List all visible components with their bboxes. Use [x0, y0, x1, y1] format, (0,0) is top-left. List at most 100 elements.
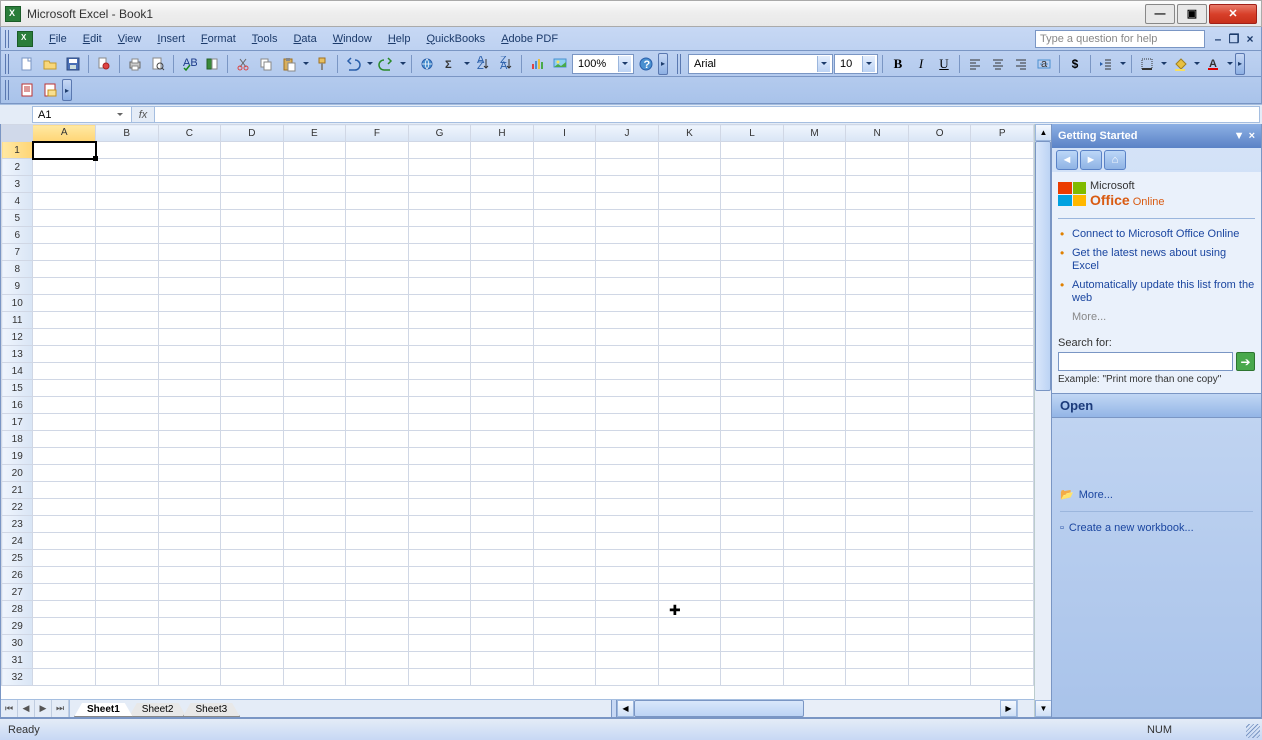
- cell-L15[interactable]: [721, 380, 784, 397]
- cell-M27[interactable]: [783, 584, 846, 601]
- cell-A15[interactable]: [33, 380, 96, 397]
- cell-G16[interactable]: [408, 397, 471, 414]
- tab-prev-button[interactable]: ◀: [18, 700, 35, 717]
- cell-A26[interactable]: [33, 567, 96, 584]
- column-header-H[interactable]: H: [471, 125, 534, 142]
- cell-G15[interactable]: [408, 380, 471, 397]
- cell-F12[interactable]: [346, 329, 409, 346]
- decrease-indent-icon[interactable]: [1095, 53, 1117, 75]
- cell-D1[interactable]: [221, 142, 284, 159]
- cell-D11[interactable]: [221, 312, 284, 329]
- indent-dropdown[interactable]: [1118, 53, 1127, 75]
- cell-P32[interactable]: [971, 669, 1034, 686]
- cell-I7[interactable]: [533, 244, 595, 261]
- cell-E23[interactable]: [283, 516, 346, 533]
- cell-O27[interactable]: [908, 584, 971, 601]
- cell-J11[interactable]: [596, 312, 658, 329]
- cell-M32[interactable]: [783, 669, 846, 686]
- cell-H28[interactable]: [471, 601, 534, 618]
- zoom-combo[interactable]: 100%: [572, 54, 634, 74]
- cell-L24[interactable]: [721, 533, 784, 550]
- cell-E3[interactable]: [283, 176, 346, 193]
- cell-J5[interactable]: [596, 210, 658, 227]
- cell-A31[interactable]: [33, 652, 96, 669]
- cell-K8[interactable]: [658, 261, 721, 278]
- row-header-17[interactable]: 17: [2, 414, 33, 431]
- cell-N32[interactable]: [846, 669, 909, 686]
- cell-A5[interactable]: [33, 210, 96, 227]
- cell-K19[interactable]: [658, 448, 721, 465]
- cell-F22[interactable]: [346, 499, 409, 516]
- cell-I3[interactable]: [533, 176, 595, 193]
- cell-K3[interactable]: [658, 176, 721, 193]
- print-preview-icon[interactable]: [147, 53, 169, 75]
- row-header-4[interactable]: 4: [2, 193, 33, 210]
- row-header-23[interactable]: 23: [2, 516, 33, 533]
- cell-F15[interactable]: [346, 380, 409, 397]
- cell-C14[interactable]: [158, 363, 221, 380]
- cell-M11[interactable]: [783, 312, 846, 329]
- cell-L25[interactable]: [721, 550, 784, 567]
- cell-D12[interactable]: [221, 329, 284, 346]
- cell-L19[interactable]: [721, 448, 784, 465]
- bold-icon[interactable]: B: [887, 53, 909, 75]
- cell-H27[interactable]: [471, 584, 534, 601]
- cell-P10[interactable]: [971, 295, 1034, 312]
- vertical-scrollbar[interactable]: ▲ ▼: [1034, 124, 1051, 717]
- cell-H9[interactable]: [471, 278, 534, 295]
- name-box[interactable]: A1: [32, 106, 132, 123]
- new-icon[interactable]: [16, 53, 38, 75]
- cell-O18[interactable]: [908, 431, 971, 448]
- align-left-icon[interactable]: [964, 53, 986, 75]
- cell-L26[interactable]: [721, 567, 784, 584]
- cell-F25[interactable]: [346, 550, 409, 567]
- toolbar-options[interactable]: [658, 53, 668, 75]
- cell-N21[interactable]: [846, 482, 909, 499]
- cell-E16[interactable]: [283, 397, 346, 414]
- menu-edit[interactable]: Edit: [75, 30, 110, 48]
- cell-D28[interactable]: [221, 601, 284, 618]
- cell-G27[interactable]: [408, 584, 471, 601]
- cell-H13[interactable]: [471, 346, 534, 363]
- cell-E6[interactable]: [283, 227, 346, 244]
- cell-I19[interactable]: [533, 448, 595, 465]
- cell-I20[interactable]: [533, 465, 595, 482]
- maximize-button[interactable]: ▣: [1177, 4, 1207, 24]
- cell-O9[interactable]: [908, 278, 971, 295]
- horizontal-scrollbar[interactable]: ◀ ▶: [617, 700, 1017, 717]
- row-header-28[interactable]: 28: [2, 601, 33, 618]
- cell-G23[interactable]: [408, 516, 471, 533]
- cell-L8[interactable]: [721, 261, 784, 278]
- cell-P9[interactable]: [971, 278, 1034, 295]
- cell-N14[interactable]: [846, 363, 909, 380]
- cell-N6[interactable]: [846, 227, 909, 244]
- cell-A30[interactable]: [33, 635, 96, 652]
- cell-M31[interactable]: [783, 652, 846, 669]
- cell-C5[interactable]: [158, 210, 221, 227]
- cell-P8[interactable]: [971, 261, 1034, 278]
- cell-B18[interactable]: [96, 431, 159, 448]
- cell-E29[interactable]: [283, 618, 346, 635]
- cell-C24[interactable]: [158, 533, 221, 550]
- cell-B20[interactable]: [96, 465, 159, 482]
- cell-I4[interactable]: [533, 193, 595, 210]
- cell-C15[interactable]: [158, 380, 221, 397]
- cell-H16[interactable]: [471, 397, 534, 414]
- cell-B22[interactable]: [96, 499, 159, 516]
- cell-P31[interactable]: [971, 652, 1034, 669]
- cell-A21[interactable]: [33, 482, 96, 499]
- cell-P5[interactable]: [971, 210, 1034, 227]
- cell-P25[interactable]: [971, 550, 1034, 567]
- cell-A13[interactable]: [33, 346, 96, 363]
- cell-I16[interactable]: [533, 397, 595, 414]
- cell-B10[interactable]: [96, 295, 159, 312]
- cell-D24[interactable]: [221, 533, 284, 550]
- column-header-C[interactable]: C: [158, 125, 221, 142]
- cell-I24[interactable]: [533, 533, 595, 550]
- cell-G9[interactable]: [408, 278, 471, 295]
- font-size-combo[interactable]: 10: [834, 54, 878, 74]
- cell-F9[interactable]: [346, 278, 409, 295]
- cell-K12[interactable]: [658, 329, 721, 346]
- cell-J24[interactable]: [596, 533, 658, 550]
- cell-B29[interactable]: [96, 618, 159, 635]
